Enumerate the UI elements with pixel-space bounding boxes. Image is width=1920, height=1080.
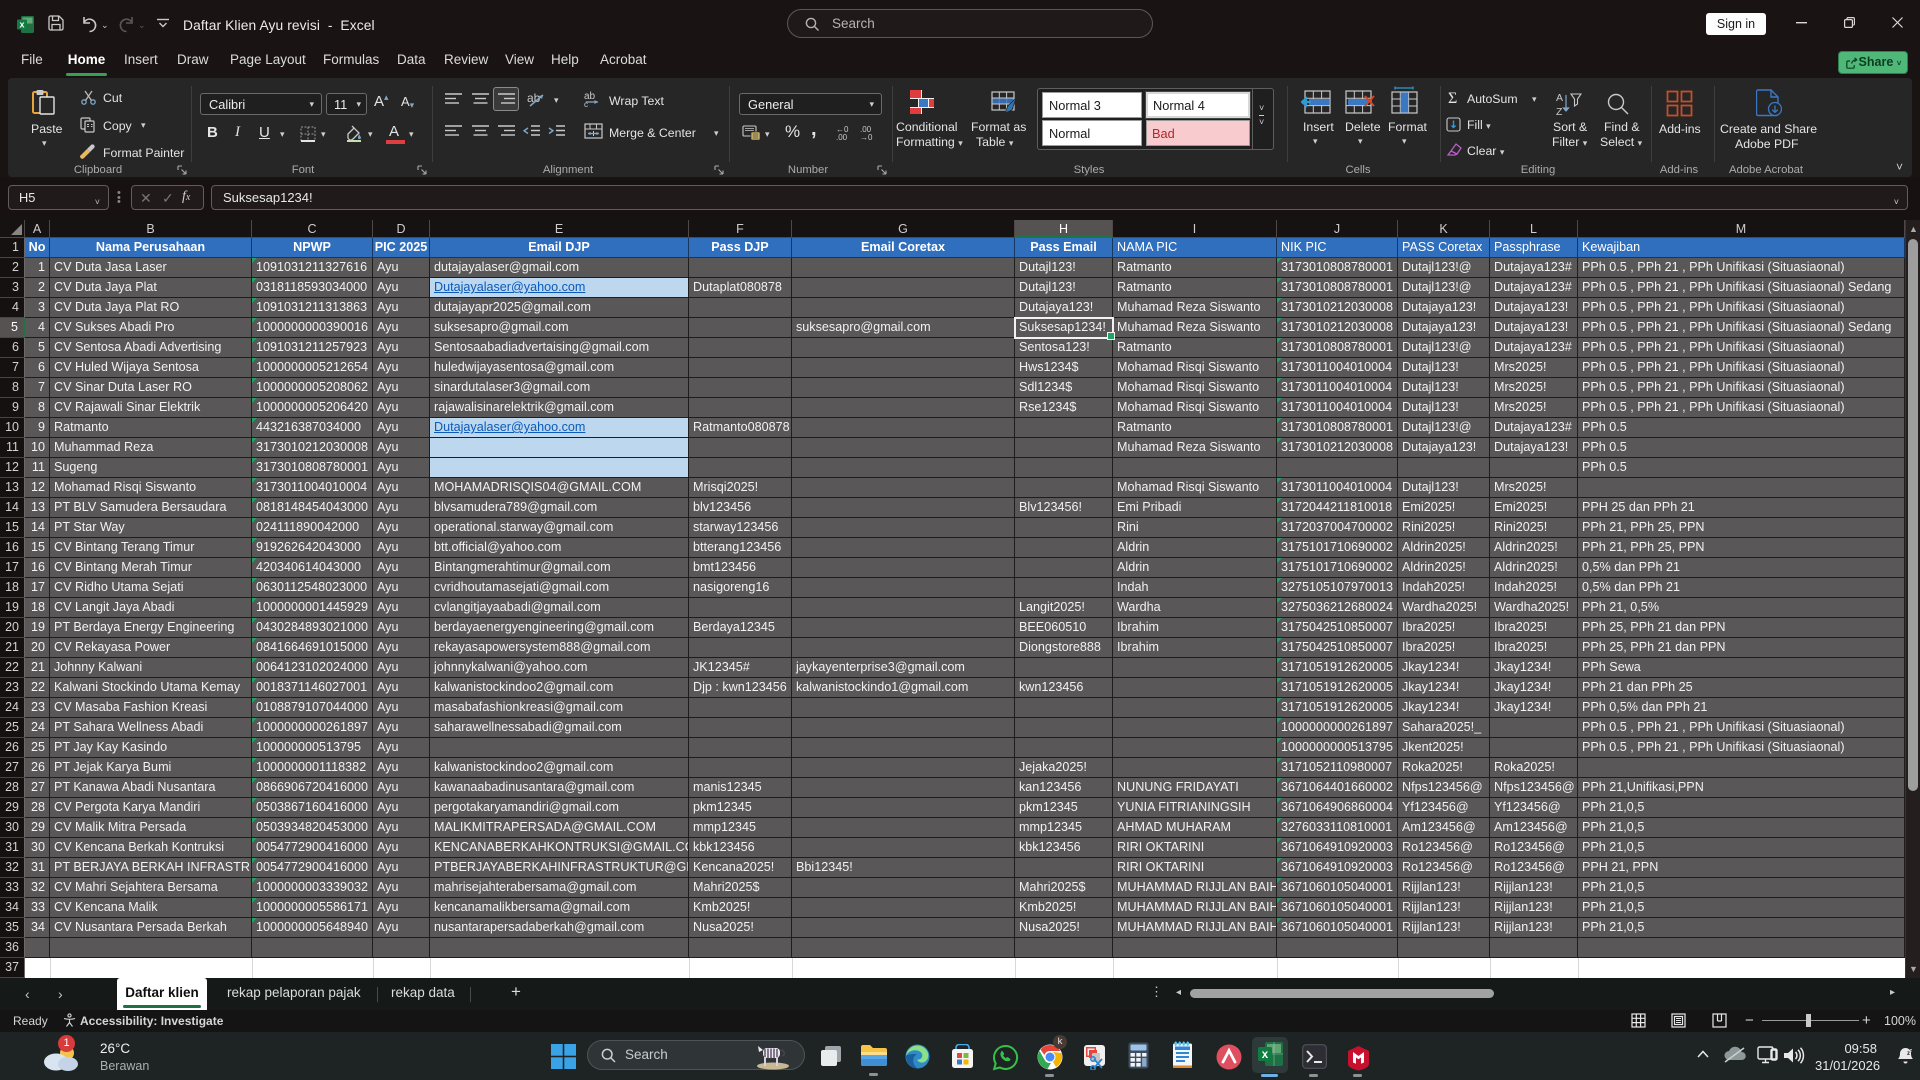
svg-text:→0: →0	[860, 133, 873, 141]
svg-text:c: c	[584, 100, 588, 108]
svg-text:.00: .00	[836, 133, 848, 141]
svg-text:x: x	[1262, 1049, 1269, 1061]
svg-text:Z: Z	[1556, 106, 1563, 117]
svg-text:A: A	[1556, 92, 1563, 104]
svg-text:x: x	[19, 20, 24, 30]
svg-text:z: z	[1910, 1048, 1913, 1054]
